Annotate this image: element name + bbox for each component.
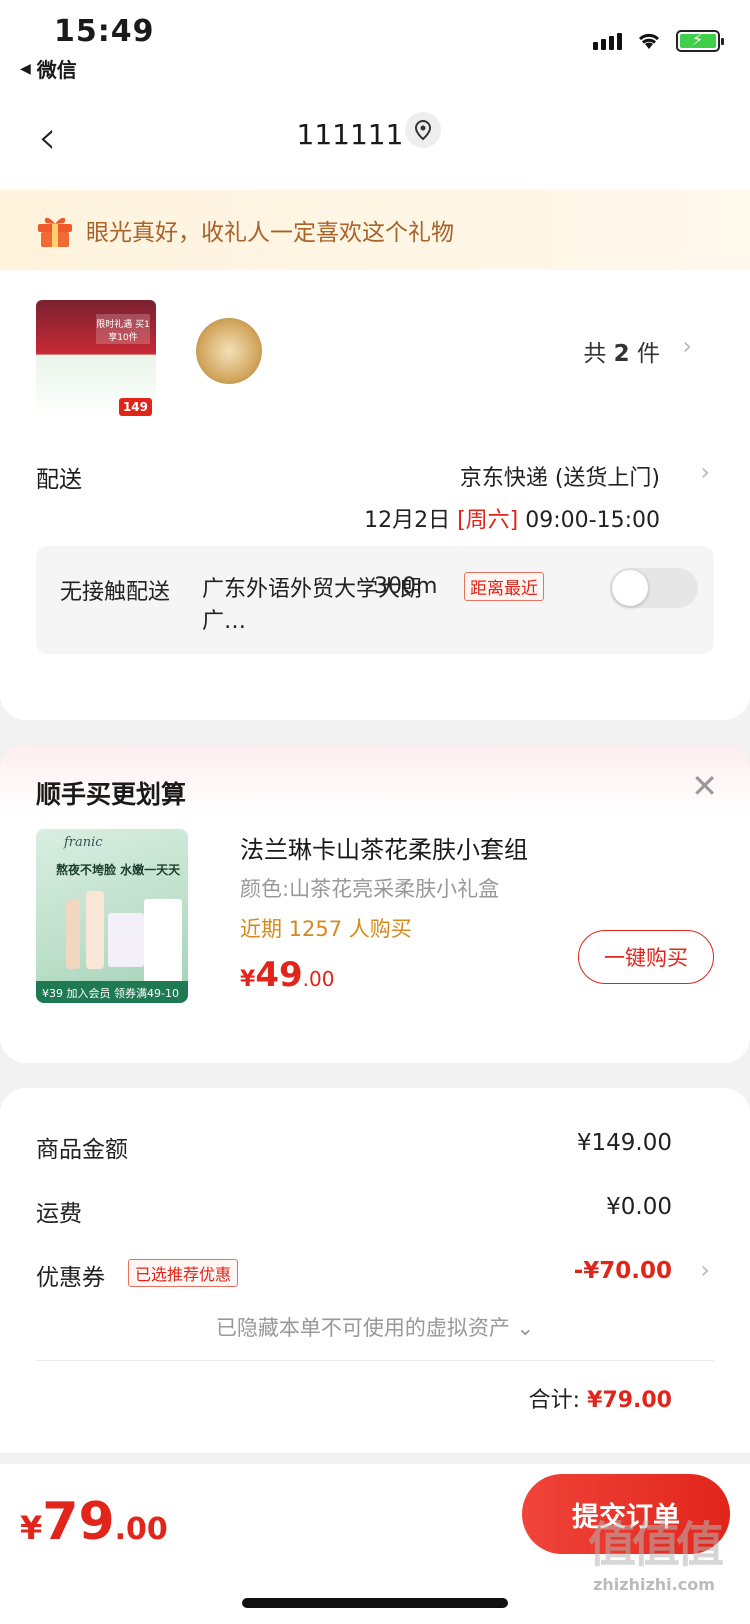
chevron-right-icon[interactable]: › xyxy=(682,332,692,360)
thumbnail-brand: franic xyxy=(64,835,103,850)
thumbnail-promo-text: 限时礼遇 买1享10件 xyxy=(96,314,150,344)
total-label: 合计: xyxy=(528,1388,581,1413)
delivery-time[interactable]: 12月2日 [周六] 09:00-15:00 xyxy=(364,502,660,534)
watermark-logo: 值值值 xyxy=(587,1517,724,1573)
delivery-label: 配送 xyxy=(36,467,82,493)
shipping-value: ¥0.00 xyxy=(606,1194,672,1220)
pickup-distance: 300m xyxy=(374,574,438,599)
upsell-product-variant: 颜色:山茶花亮采柔肤小礼盒 xyxy=(240,877,500,901)
chevron-down-icon: ⌄ xyxy=(516,1316,535,1340)
coupon-recommended-tag: 已选推荐优惠 xyxy=(128,1259,239,1287)
price-integer: 79 xyxy=(42,1492,115,1552)
location-pin-icon[interactable] xyxy=(405,112,441,148)
back-to-app-link[interactable]: ◀ 微信 xyxy=(20,54,77,83)
contactless-delivery-box: 无接触配送 广东外语外贸大学大朗广… 300m 距离最近 xyxy=(36,546,714,654)
hidden-assets-text: 已隐藏本单不可使用的虚拟资产 xyxy=(215,1316,510,1340)
price-integer: 49 xyxy=(255,955,303,995)
goods-amount-label: 商品金额 xyxy=(36,1137,128,1163)
battery-charging-icon: ⚡ xyxy=(676,30,724,52)
back-triangle-icon: ◀ xyxy=(20,60,31,77)
item-count-value: 2 xyxy=(613,341,630,367)
checkout-total-price: ¥79.00 xyxy=(20,1492,168,1552)
coupon-value[interactable]: -¥70.00 xyxy=(574,1258,672,1284)
hidden-assets-toggle[interactable]: 已隐藏本单不可使用的虚拟资产 ⌄ xyxy=(0,1312,750,1342)
chevron-right-icon[interactable]: › xyxy=(700,1256,710,1284)
coupon-label: 优惠券 xyxy=(36,1265,105,1291)
delivery-method[interactable]: 京东快递 (送货上门) xyxy=(460,460,660,492)
page-title: 111111 xyxy=(296,118,404,151)
order-summary-card: 商品金额 ¥149.00 运费 ¥0.00 优惠券 已选推荐优惠 -¥70.00… xyxy=(0,1088,750,1453)
total-value: ¥79.00 xyxy=(587,1388,672,1413)
thumbnail-footer: ¥39 加入会员 领券满49-10 xyxy=(36,981,188,1003)
contactless-label: 无接触配送 xyxy=(60,580,171,605)
item-count-suffix: 件 xyxy=(637,341,660,367)
price-currency: ¥ xyxy=(240,967,256,992)
delivery-window: 09:00-15:00 xyxy=(525,508,660,533)
status-icons: ⚡ xyxy=(593,30,724,52)
divider xyxy=(36,1360,714,1361)
item-count-prefix: 共 xyxy=(583,341,607,367)
seal-badge-icon xyxy=(196,318,262,384)
price-decimal: .00 xyxy=(302,967,335,991)
status-time: 15:49 xyxy=(54,14,155,49)
upsell-product-name[interactable]: 法兰琳卡山茶花柔肤小套组 xyxy=(240,830,528,865)
order-card: 限时礼遇 买1享10件 149 共 2 件 › 配送 京东快递 (送货上门) ›… xyxy=(0,270,750,720)
navigation-bar: ‹ 111111 xyxy=(0,90,750,190)
delivery-date: 12月2日 xyxy=(364,508,451,533)
thumbnail-price-tag: 149 xyxy=(118,398,152,416)
watermark-site: zhizhizhi.com xyxy=(593,1575,715,1594)
price-currency: ¥ xyxy=(20,1509,43,1547)
gift-banner: 眼光真好，收礼人一定喜欢这个礼物 xyxy=(0,190,750,270)
gift-box-icon xyxy=(38,217,72,247)
nearest-tag: 距离最近 xyxy=(464,572,544,601)
goods-amount-value: ¥149.00 xyxy=(576,1130,672,1156)
upsell-card: 顺手买更划算 ✕ franic 熬夜不垮脸 水嫩一天天 ¥39 加入会员 领券满… xyxy=(0,745,750,1063)
home-indicator[interactable] xyxy=(242,1598,508,1608)
total-row: 合计: ¥79.00 xyxy=(529,1382,672,1414)
checkout-bar: ¥79.00 提交订单 值值值 zhizhizhi.com xyxy=(0,1463,750,1624)
wifi-icon xyxy=(638,33,660,49)
chevron-right-icon[interactable]: › xyxy=(700,458,710,486)
item-count[interactable]: 共 2 件 xyxy=(583,334,660,368)
back-app-label: 微信 xyxy=(36,58,77,82)
price-decimal: .00 xyxy=(114,1512,168,1547)
contactless-toggle[interactable] xyxy=(610,568,698,608)
upsell-recent-buyers: 近期 1257 人购买 xyxy=(240,917,412,941)
cellular-signal-icon xyxy=(593,32,622,50)
upsell-product-thumbnail[interactable]: franic 熬夜不垮脸 水嫩一天天 ¥39 加入会员 领券满49-10 xyxy=(36,829,188,1003)
one-click-buy-button[interactable]: 一键购买 xyxy=(578,930,714,984)
gift-banner-text: 眼光真好，收礼人一定喜欢这个礼物 xyxy=(86,220,454,246)
shipping-label: 运费 xyxy=(36,1201,82,1227)
upsell-price: ¥49.00 xyxy=(240,955,334,995)
close-icon[interactable]: ✕ xyxy=(691,767,718,805)
delivery-weekday: [周六] xyxy=(457,508,519,533)
watermark: 值值值 zhizhizhi.com xyxy=(587,1505,724,1594)
thumbnail-slogan: 熬夜不垮脸 水嫩一天天 xyxy=(56,863,181,877)
product-thumbnail[interactable]: 限时礼遇 买1享10件 149 xyxy=(36,300,156,420)
upsell-title: 顺手买更划算 xyxy=(36,780,187,809)
status-bar: 15:49 ◀ 微信 ⚡ xyxy=(0,0,750,90)
